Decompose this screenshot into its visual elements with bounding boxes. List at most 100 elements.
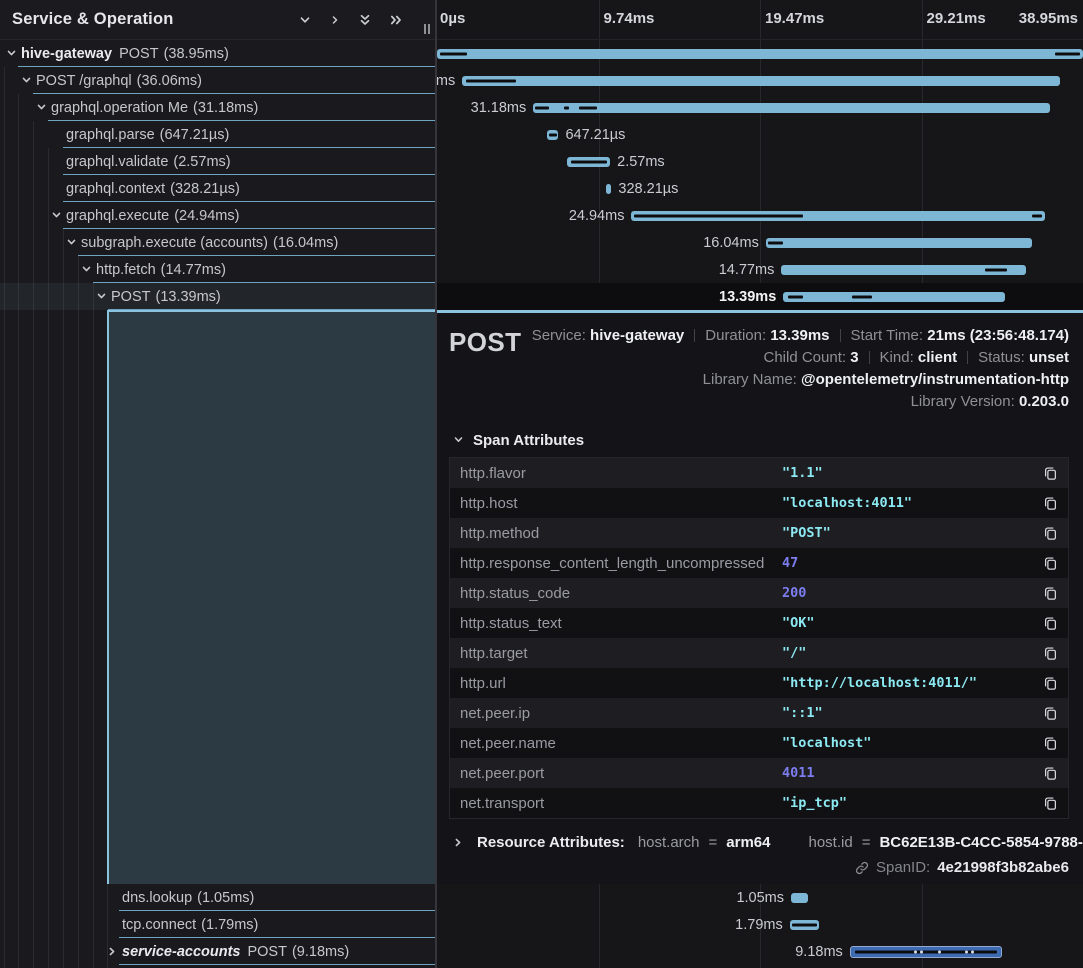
span-bar-row[interactable] <box>437 40 1083 67</box>
copy-icon[interactable] <box>1043 496 1058 511</box>
span-tree-row[interactable]: subgraph.execute (accounts) (16.04ms) <box>0 229 435 256</box>
copy-icon[interactable] <box>1043 616 1058 631</box>
attribute-key: http.url <box>460 675 782 692</box>
span-tree-row[interactable]: POST /graphql (36.06ms) <box>0 67 435 94</box>
row-underline <box>119 964 435 965</box>
double-chevron-right-icon[interactable] <box>389 13 403 27</box>
span-bar-row[interactable]: 16.04ms <box>437 229 1083 256</box>
chevron-icon[interactable] <box>6 48 21 59</box>
span-tree-row[interactable]: POST (13.39ms) <box>0 283 435 310</box>
resource-key: host.arch <box>638 834 700 851</box>
chevron-right-icon <box>453 837 468 848</box>
span-duration: (31.18ms) <box>193 100 258 116</box>
span-tree-row[interactable]: tcp.connect (1.79ms) <box>0 911 435 938</box>
double-chevron-down-icon[interactable] <box>358 13 372 27</box>
child-span-marker <box>855 950 996 953</box>
span-bar[interactable] <box>790 920 820 930</box>
status-value: unset <box>1029 349 1069 366</box>
span-bar[interactable] <box>567 157 610 167</box>
chevron-icon[interactable] <box>51 129 66 140</box>
span-bar-row[interactable]: 13.39ms <box>437 283 1083 310</box>
span-bar-row[interactable]: 1.05ms <box>437 884 1083 911</box>
child-span-marker <box>852 295 872 298</box>
span-bar[interactable] <box>783 292 1005 302</box>
operation-name: POST <box>119 46 158 62</box>
span-tree-row[interactable]: dns.lookup (1.05ms) <box>0 884 435 911</box>
span-tree-row[interactable]: graphql.parse (647.21µs) <box>0 121 435 148</box>
copy-icon[interactable] <box>1043 676 1058 691</box>
child-span-marker <box>792 923 817 926</box>
span-bar-row[interactable]: 647.21µs <box>437 121 1083 148</box>
chevron-icon[interactable] <box>66 237 81 248</box>
span-tree-row[interactable]: graphql.operation Me (31.18ms) <box>0 94 435 121</box>
span-bar[interactable] <box>850 946 1002 958</box>
child-span-marker <box>788 295 804 298</box>
span-attributes-header[interactable]: Span Attributes <box>453 432 1069 449</box>
copy-icon[interactable] <box>1043 736 1058 751</box>
span-bar-row[interactable]: 14.77ms <box>437 256 1083 283</box>
span-tree-row[interactable]: hive-gateway POST (38.95ms) <box>0 40 435 67</box>
span-bar-row[interactable]: 9.18ms <box>437 938 1083 965</box>
copy-icon[interactable] <box>1043 796 1058 811</box>
span-bar[interactable] <box>462 76 1060 86</box>
chevron-right-icon[interactable] <box>329 14 341 26</box>
span-bar-row[interactable]: 36.06ms <box>437 67 1083 94</box>
chevron-icon[interactable] <box>51 210 66 221</box>
chevron-icon[interactable] <box>96 291 111 302</box>
span-duration: (36.06ms) <box>137 73 202 89</box>
chevron-icon[interactable] <box>36 102 51 113</box>
span-bar-row[interactable]: 31.18ms <box>437 94 1083 121</box>
span-bar[interactable] <box>791 893 808 903</box>
span-bar[interactable] <box>547 130 558 140</box>
service-label: Service: <box>532 327 586 344</box>
bar-duration-label: 9.18ms <box>788 944 850 960</box>
span-bar[interactable] <box>533 103 1050 113</box>
copy-icon[interactable] <box>1043 526 1058 541</box>
copy-icon[interactable] <box>1043 766 1058 781</box>
span-tree-row[interactable]: service-accounts POST (9.18ms) <box>0 938 435 965</box>
span-bar-row[interactable]: 1.79ms <box>437 911 1083 938</box>
span-bar[interactable] <box>766 238 1032 248</box>
span-tree-row[interactable]: graphql.execute (24.94ms) <box>0 202 435 229</box>
span-bar[interactable] <box>437 49 1083 59</box>
span-bar[interactable] <box>606 184 612 194</box>
span-bar-row[interactable]: 328.21µs <box>437 175 1083 202</box>
span-tree-row[interactable]: graphql.context (328.21µs) <box>0 175 435 202</box>
span-duration: (1.05ms) <box>197 890 254 906</box>
bar-duration-label: 2.57ms <box>610 154 672 170</box>
chevron-down-icon[interactable] <box>298 13 312 27</box>
chevron-icon[interactable] <box>21 75 36 86</box>
span-tree-row[interactable]: http.fetch (14.77ms) <box>0 256 435 283</box>
chevron-icon[interactable] <box>107 919 122 930</box>
span-bar[interactable] <box>631 211 1044 221</box>
span-tree-row[interactable]: graphql.validate (2.57ms) <box>0 148 435 175</box>
attribute-row: net.peer.port 4011 <box>450 758 1068 788</box>
indent-guide-line <box>78 256 79 968</box>
metadata-line-2: Child Count: 3Kind: clientStatus: unset <box>449 347 1069 369</box>
chevron-icon[interactable] <box>51 183 66 194</box>
copy-icon[interactable] <box>1043 556 1058 571</box>
span-tree-panel: Service & Operation hive-gateway <box>0 0 435 968</box>
event-dot <box>920 950 923 953</box>
span-bar-row[interactable]: 2.57ms <box>437 148 1083 175</box>
span-duration: (13.39ms) <box>155 289 220 305</box>
attribute-row: net.peer.ip "::1" <box>450 698 1068 728</box>
chevron-icon[interactable] <box>81 264 96 275</box>
chevron-icon[interactable] <box>51 156 66 167</box>
link-icon[interactable] <box>855 861 869 875</box>
copy-icon[interactable] <box>1043 646 1058 661</box>
chevron-icon[interactable] <box>107 946 122 957</box>
indent-guide-line <box>93 283 94 968</box>
column-resizer-grip[interactable] <box>424 24 430 34</box>
duration-value: 13.39ms <box>770 327 829 344</box>
span-bar-row[interactable]: 24.94ms <box>437 202 1083 229</box>
copy-icon[interactable] <box>1043 706 1058 721</box>
attribute-row: http.status_code 200 <box>450 578 1068 608</box>
child-span-marker <box>768 241 783 244</box>
copy-icon[interactable] <box>1043 586 1058 601</box>
span-bar[interactable] <box>781 265 1026 275</box>
resource-attributes-row[interactable]: Resource Attributes: host.arch = arm64 h… <box>453 834 1069 851</box>
span-duration: (647.21µs) <box>160 127 230 143</box>
chevron-icon[interactable] <box>107 892 122 903</box>
copy-icon[interactable] <box>1043 466 1058 481</box>
